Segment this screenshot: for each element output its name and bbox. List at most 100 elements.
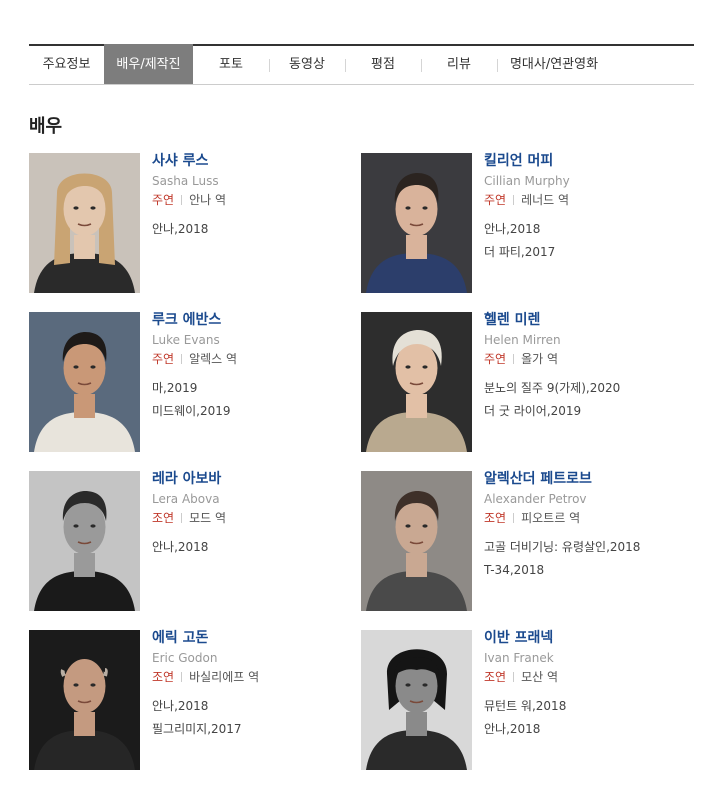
- film-item[interactable]: 고골 더비기닝: 유령살인,2018: [484, 540, 694, 554]
- actor-english-name: Alexander Petrov: [484, 492, 587, 506]
- tab-main-info[interactable]: 주요정보: [29, 46, 104, 84]
- character-name: 알렉스 역: [189, 352, 238, 366]
- film-item[interactable]: 미드웨이,2019: [152, 404, 362, 418]
- film-item[interactable]: 마,2019: [152, 381, 362, 395]
- film-item[interactable]: 안나,2018: [152, 540, 362, 554]
- character-name: 모드 역: [189, 511, 227, 525]
- filmography: 뮤턴트 워,2018 안나,2018: [484, 699, 694, 736]
- tab-cast-crew[interactable]: 배우/제작진: [104, 44, 193, 84]
- actor-korean-name[interactable]: 킬리언 머피: [484, 153, 694, 170]
- character-name: 피오트르 역: [521, 511, 581, 525]
- role-divider: [513, 672, 515, 682]
- film-item[interactable]: 안나,2018: [152, 699, 362, 713]
- role-type: 조연: [152, 511, 175, 525]
- actor-korean-name[interactable]: 헬렌 미렌: [484, 312, 694, 329]
- role-divider: [181, 195, 183, 205]
- actor-korean-name[interactable]: 이반 프래넥: [484, 630, 694, 647]
- section-title-actors: 배우: [29, 116, 63, 137]
- role-divider: [513, 513, 515, 523]
- film-item[interactable]: 안나,2018: [484, 222, 694, 236]
- actor-english-name: Lera Abova: [152, 492, 220, 506]
- cast-card: 사샤 루스 Sasha Luss 주연 안나 역안나,2018: [29, 153, 359, 293]
- actor-info: 레라 아보바 Lera Abova 조연 모드 역안나,2018: [152, 471, 362, 563]
- tab-review[interactable]: 리뷰: [421, 46, 497, 84]
- actor-photo[interactable]: [361, 630, 472, 770]
- actor-info: 이반 프래넥 Ivan Franek 조연 모산 역뮤턴트 워,2018 안나,2018: [484, 630, 694, 745]
- character-name: 안나 역: [189, 193, 227, 207]
- tab-photo[interactable]: 포토: [193, 46, 269, 84]
- actor-role: 조연 바실리에프 역: [152, 670, 362, 684]
- actor-english-name: Helen Mirren: [484, 333, 561, 347]
- film-item[interactable]: 뮤턴트 워,2018: [484, 699, 694, 713]
- actor-korean-name[interactable]: 알렉산더 페트로브: [484, 471, 694, 488]
- actor-photo[interactable]: [29, 630, 140, 770]
- actor-info: 루크 에반스 Luke Evans 주연 알렉스 역마,2019 미드웨이,2019: [152, 312, 362, 427]
- cast-card: 루크 에반스 Luke Evans 주연 알렉스 역마,2019 미드웨이,2019: [29, 312, 359, 452]
- actor-photo[interactable]: [361, 471, 472, 611]
- film-item[interactable]: 안나,2018: [152, 222, 362, 236]
- film-item[interactable]: 더 파티,2017: [484, 245, 694, 259]
- filmography: 안나,2018 더 파티,2017: [484, 222, 694, 259]
- role-divider: [181, 513, 183, 523]
- filmography: 안나,2018: [152, 540, 362, 554]
- tab-bar: 주요정보 배우/제작진 포토 동영상 평점 리뷰 명대사/연관영화: [29, 44, 694, 85]
- actor-korean-name[interactable]: 사샤 루스: [152, 153, 362, 170]
- role-type: 조연: [484, 511, 507, 525]
- cast-card: 에릭 고돈 Eric Godon 조연 바실리에프 역안나,2018 필그리미지,201…: [29, 630, 359, 770]
- actor-photo[interactable]: [29, 153, 140, 293]
- actor-korean-name[interactable]: 루크 에반스: [152, 312, 362, 329]
- actor-english-name: Ivan Franek: [484, 651, 554, 665]
- film-item[interactable]: 더 굿 라이어,2019: [484, 404, 694, 418]
- cast-card: 레라 아보바 Lera Abova 조연 모드 역안나,2018: [29, 471, 359, 611]
- film-item[interactable]: 분노의 질주 9(가제),2020: [484, 381, 694, 395]
- actor-photo[interactable]: [29, 312, 140, 452]
- tab-rating[interactable]: 평점: [345, 46, 421, 84]
- role-divider: [181, 354, 183, 364]
- actor-role: 조연 모산 역: [484, 670, 694, 684]
- actor-role: 주연 안나 역: [152, 193, 362, 207]
- actor-korean-name[interactable]: 레라 아보바: [152, 471, 362, 488]
- actor-english-name: Sasha Luss: [152, 174, 219, 188]
- actor-english-name: Cillian Murphy: [484, 174, 570, 188]
- actor-photo[interactable]: [361, 312, 472, 452]
- actor-info: 킬리언 머피 Cillian Murphy 주연 레너드 역안나,2018 더 파티,2…: [484, 153, 694, 268]
- actor-role: 주연 올가 역: [484, 352, 694, 366]
- actor-info: 에릭 고돈 Eric Godon 조연 바실리에프 역안나,2018 필그리미지,201…: [152, 630, 362, 745]
- actor-info: 헬렌 미렌 Helen Mirren 주연 올가 역분노의 질주 9(가제),2020…: [484, 312, 694, 427]
- film-item[interactable]: 안나,2018: [484, 722, 694, 736]
- role-type: 주연: [484, 193, 507, 207]
- filmography: 안나,2018: [152, 222, 362, 236]
- actor-role: 조연 피오트르 역: [484, 511, 694, 525]
- filmography: 마,2019 미드웨이,2019: [152, 381, 362, 418]
- role-divider: [513, 195, 515, 205]
- cast-card: 이반 프래넥 Ivan Franek 조연 모산 역뮤턴트 워,2018 안나,2018: [361, 630, 691, 770]
- actor-photo[interactable]: [29, 471, 140, 611]
- role-type: 조연: [484, 670, 507, 684]
- character-name: 모산 역: [521, 670, 559, 684]
- filmography: 안나,2018 필그리미지,2017: [152, 699, 362, 736]
- actor-role: 조연 모드 역: [152, 511, 362, 525]
- film-item[interactable]: 필그리미지,2017: [152, 722, 362, 736]
- cast-card: 알렉산더 페트로브 Alexander Petrov 조연 피오트르 역고골 더비기닝…: [361, 471, 691, 611]
- cast-card: 헬렌 미렌 Helen Mirren 주연 올가 역분노의 질주 9(가제),2020…: [361, 312, 691, 452]
- actor-role: 주연 레너드 역: [484, 193, 694, 207]
- role-type: 주연: [152, 352, 175, 366]
- role-type: 조연: [152, 670, 175, 684]
- tab-quotes-related[interactable]: 명대사/연관영화: [497, 46, 611, 84]
- tab-video[interactable]: 동영상: [269, 46, 345, 84]
- actor-role: 주연 알렉스 역: [152, 352, 362, 366]
- actor-info: 알렉산더 페트로브 Alexander Petrov 조연 피오트르 역고골 더비기닝…: [484, 471, 694, 586]
- actor-korean-name[interactable]: 에릭 고돈: [152, 630, 362, 647]
- role-divider: [181, 672, 183, 682]
- actor-photo[interactable]: [361, 153, 472, 293]
- role-type: 주연: [484, 352, 507, 366]
- character-name: 바실리에프 역: [189, 670, 260, 684]
- character-name: 올가 역: [521, 352, 559, 366]
- film-item[interactable]: T-34,2018: [484, 563, 694, 577]
- role-divider: [513, 354, 515, 364]
- filmography: 분노의 질주 9(가제),2020 더 굿 라이어,2019: [484, 381, 694, 418]
- actor-english-name: Luke Evans: [152, 333, 220, 347]
- actor-english-name: Eric Godon: [152, 651, 218, 665]
- character-name: 레너드 역: [521, 193, 570, 207]
- filmography: 고골 더비기닝: 유령살인,2018 T-34,2018: [484, 540, 694, 577]
